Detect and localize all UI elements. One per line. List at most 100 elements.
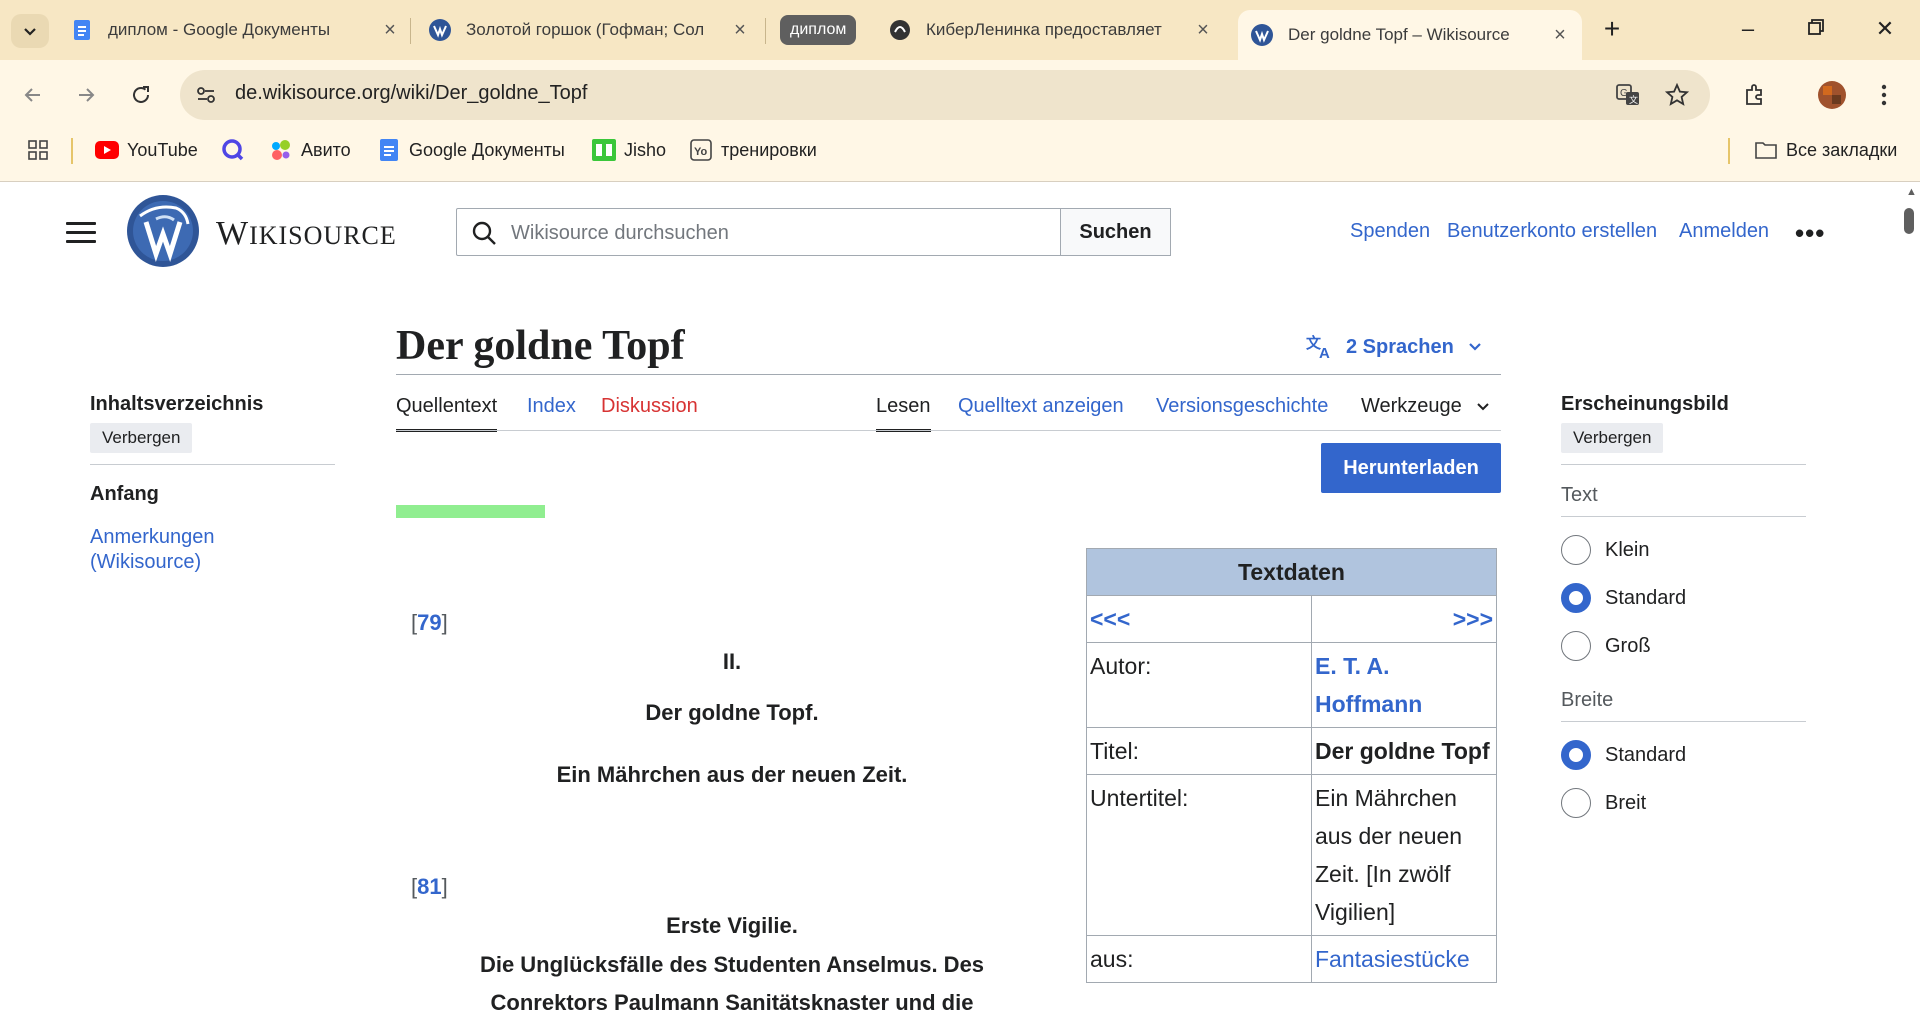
close-window-button[interactable]: ✕ [1870, 14, 1900, 44]
textdaten-table: Textdaten <<< >>> Autor: E. T. A. Hoffma… [1086, 548, 1497, 983]
browser-tab-der-goldne-topf[interactable]: Der goldne Topf – Wikisource × [1238, 10, 1582, 60]
page-title: Der goldne Topf [396, 323, 685, 369]
profile-avatar[interactable] [1816, 79, 1848, 111]
bookmark-google-docs[interactable]: Google Документы [377, 136, 565, 164]
new-tab-button[interactable]: + [1597, 14, 1627, 44]
chapter-roman: II. [722, 649, 742, 674]
tab-title: диплом - Google Документы [108, 20, 331, 39]
author-link[interactable]: E. T. A. Hoffmann [1315, 653, 1422, 717]
search-input[interactable]: Wikisource durchsuchen [456, 208, 1061, 256]
page-number-link[interactable]: 81 [417, 874, 441, 899]
apps-grid-icon[interactable] [22, 134, 54, 166]
tab-read[interactable]: Lesen [876, 395, 931, 432]
donate-link[interactable]: Spenden [1350, 220, 1430, 243]
main-menu-button[interactable] [66, 222, 96, 244]
bookmark-separator [71, 138, 73, 164]
close-icon[interactable]: × [380, 20, 400, 40]
toc-hide-button[interactable]: Verbergen [90, 423, 193, 453]
radio-button[interactable] [1561, 535, 1591, 565]
reload-icon [133, 86, 149, 103]
login-link[interactable]: Anmelden [1679, 220, 1769, 243]
page-number: [81] [411, 874, 448, 899]
bookmark-youtube[interactable]: YouTube [95, 136, 198, 164]
page-number: [79] [411, 610, 448, 635]
width-standard-option[interactable]: Standard [1561, 739, 1686, 771]
text-size-large-option[interactable]: Groß [1561, 630, 1651, 662]
radio-button-selected[interactable] [1561, 740, 1591, 770]
arrow-right-icon [79, 88, 95, 102]
appearance-hide-button[interactable]: Verbergen [1561, 423, 1664, 453]
radio-button-selected[interactable] [1561, 583, 1591, 613]
site-info-icon[interactable] [190, 79, 222, 111]
bookmark-star-icon[interactable] [1661, 79, 1693, 111]
tab-history[interactable]: Versionsgeschichte [1156, 395, 1328, 418]
toc-divider [90, 464, 335, 465]
close-icon[interactable]: × [1193, 20, 1213, 40]
appearance-divider [1561, 721, 1806, 722]
all-bookmarks-button[interactable]: Все закладки [1754, 136, 1897, 164]
tab-view-source[interactable]: Quelltext anzeigen [958, 395, 1124, 418]
browser-tab-cyberleninka[interactable]: КиберЛенинка предоставляет × [888, 10, 1213, 50]
radio-button[interactable] [1561, 788, 1591, 818]
textdaten-value: E. T. A. Hoffmann [1311, 642, 1497, 728]
text-size-standard-option[interactable]: Standard [1561, 582, 1686, 614]
close-icon[interactable]: × [1550, 25, 1570, 45]
svg-text:文: 文 [1629, 94, 1638, 105]
tools-dropdown[interactable]: Werkzeuge [1361, 395, 1490, 418]
restore-button[interactable] [1801, 14, 1831, 44]
browser-menu-icon[interactable] [1868, 79, 1900, 111]
translate-icon[interactable]: G文 [1612, 79, 1644, 111]
textdaten-next-cell: >>> [1311, 595, 1497, 643]
wikisource-wordmark[interactable]: WIKISOURCE [216, 215, 397, 253]
close-icon[interactable]: × [730, 20, 750, 40]
reload-button[interactable] [124, 78, 158, 112]
radio-button[interactable] [1561, 631, 1591, 661]
browser-tab-golden-pot-ru[interactable]: Золотой горшок (Гофман; Сол × [428, 10, 750, 50]
bookmark-training[interactable]: Yo тренировки [689, 136, 817, 164]
url-text[interactable]: de.wikisource.org/wiki/Der_goldne_Topf [235, 82, 587, 105]
next-link[interactable]: >>> [1453, 606, 1493, 632]
source-link[interactable]: Fantasiestücke [1315, 946, 1470, 972]
tab-source-text[interactable]: Quellentext [396, 395, 498, 432]
search-button[interactable]: Suchen [1060, 208, 1171, 256]
tab-index[interactable]: Index [527, 395, 576, 418]
tab-search-button[interactable] [11, 14, 49, 48]
more-options-icon[interactable]: ••• [1795, 218, 1825, 249]
tab-discussion[interactable]: Diskussion [601, 395, 698, 418]
yo-icon: Yo [689, 139, 713, 161]
svg-text:A: A [1319, 345, 1330, 360]
download-button[interactable]: Herunterladen [1321, 443, 1501, 493]
toc-item-start[interactable]: Anfang [90, 483, 159, 506]
tab-title: Золотой горшок (Гофман; Сол [466, 20, 705, 39]
textdaten-header: Textdaten [1086, 548, 1497, 596]
create-account-link[interactable]: Benutzerkonto erstellen [1447, 220, 1657, 243]
forward-button[interactable] [69, 78, 103, 112]
back-button[interactable] [16, 78, 50, 112]
tab-group-chip[interactable]: диплом [780, 15, 857, 45]
scrollbar-thumb[interactable] [1904, 208, 1914, 234]
translate-icon: 文A [1306, 334, 1330, 360]
toc-item-notes[interactable]: Anmerkungen (Wikisource) [90, 525, 270, 575]
text-quality-indicator [396, 505, 545, 518]
bookmark-q[interactable] [221, 136, 253, 164]
bookmark-avito[interactable]: Авито [269, 136, 351, 164]
text-size-small-option[interactable]: Klein [1561, 534, 1649, 566]
width-label: Breite [1561, 689, 1614, 711]
textdaten-label: Titel: [1086, 727, 1312, 775]
width-wide-option[interactable]: Breit [1561, 787, 1646, 819]
page-scrollbar[interactable] [1903, 182, 1920, 1017]
scroll-up-icon[interactable]: ▲ [1903, 186, 1920, 198]
page-number-link[interactable]: 79 [417, 610, 441, 635]
browser-tab-diploma-doc[interactable]: диплом - Google Документы × [70, 10, 400, 50]
minimize-button[interactable]: – [1733, 14, 1763, 44]
tools-label: Werkzeuge [1361, 395, 1462, 417]
wikisource-logo[interactable] [126, 194, 200, 268]
textdaten-label: Autor: [1086, 642, 1312, 728]
textdaten-value: Fantasiestücke [1311, 935, 1497, 983]
extensions-icon[interactable] [1738, 79, 1770, 111]
appearance-divider [1561, 516, 1806, 517]
bookmark-jisho[interactable]: Jisho [592, 136, 666, 164]
language-selector[interactable]: 文A 2 Sprachen [1306, 332, 1482, 362]
prev-link[interactable]: <<< [1090, 606, 1130, 632]
google-docs-icon [377, 139, 401, 161]
